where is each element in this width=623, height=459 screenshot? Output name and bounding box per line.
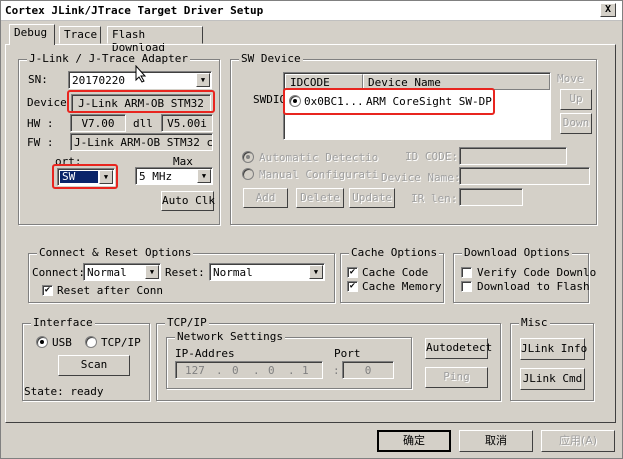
device-name-label: Device Name: <box>381 171 461 184</box>
move-down-button[interactable]: Down <box>560 113 592 134</box>
idcode-field[interactable] <box>459 147 567 165</box>
verify-code-checkbox[interactable] <box>461 267 472 278</box>
connect-reset-group-label: Connect & Reset Options <box>37 246 194 259</box>
cache-group-label: Cache Options <box>349 246 440 259</box>
ip-octet-3: 0 <box>268 364 275 377</box>
interface-group-label: Interface <box>31 316 95 329</box>
sn-value: 20170220 <box>72 74 125 87</box>
tcpip-radio-label: TCP/IP <box>101 336 141 349</box>
jlink-info-button[interactable]: JLink Info <box>520 338 587 360</box>
ip-dot-1: . <box>216 364 223 377</box>
ip-octet-1: 127 <box>185 364 205 377</box>
tcpip-group-label: TCP/IP <box>165 316 209 329</box>
cancel-button[interactable]: 取消 <box>459 430 533 452</box>
dll-field: V5.00i <box>161 114 213 132</box>
ip-address-field[interactable]: 127 . 0 . 0 . 1 <box>175 361 323 379</box>
device-label: Device <box>27 96 67 109</box>
download-flash-checkbox[interactable] <box>461 281 472 292</box>
cache-code-checkbox[interactable]: ✔ <box>347 267 358 278</box>
max-clock-select[interactable]: 5 MHz ▼ <box>135 167 213 185</box>
ping-button[interactable]: Ping <box>425 367 488 388</box>
cache-memory-label: Cache Memory <box>362 280 442 293</box>
fw-field: J-Link ARM-OB STM32 comp <box>70 133 213 151</box>
jlink-cmd-button[interactable]: JLink Cmd <box>520 368 585 390</box>
chevron-down-icon[interactable]: ▼ <box>309 265 323 279</box>
sw-device-group-label: SW Device <box>239 52 303 65</box>
connect-label: Connect: <box>32 266 85 279</box>
mouse-cursor-icon <box>135 65 147 83</box>
download-flash-label: Download to Flash <box>477 280 590 293</box>
port-number-label: Port <box>334 347 361 360</box>
delete-button[interactable]: Delete <box>296 188 344 208</box>
idcode-label: ID CODE: <box>405 150 458 163</box>
tcpip-radio[interactable] <box>85 336 97 348</box>
autodetect-button[interactable]: Autodetect <box>425 338 492 359</box>
ip-octet-4: 1 <box>302 364 309 377</box>
chevron-down-icon[interactable]: ▼ <box>196 73 210 87</box>
port-highlight-box <box>52 164 118 189</box>
cache-memory-checkbox[interactable]: ✔ <box>347 281 358 292</box>
device-name-field[interactable] <box>459 167 590 185</box>
usb-label: USB <box>52 336 72 349</box>
add-button[interactable]: Add <box>243 188 288 208</box>
ip-address-label: IP-Addres <box>175 347 235 360</box>
tab-flash-download[interactable]: Flash Download <box>107 26 203 54</box>
misc-group-label: Misc <box>519 316 550 329</box>
hw-field: V7.00 <box>70 114 126 132</box>
ir-len-label: IR len: <box>411 192 458 205</box>
tab-debug[interactable]: Debug <box>9 24 55 45</box>
move-label: Move <box>557 72 584 85</box>
automatic-detection-radio[interactable] <box>242 151 254 163</box>
cache-code-label: Cache Code <box>362 266 429 279</box>
chevron-down-icon[interactable]: ▼ <box>197 169 211 183</box>
auto-clk-button[interactable]: Auto Clk <box>161 191 215 211</box>
tab-trace[interactable]: Trace <box>59 26 101 44</box>
port-number-field[interactable]: 0 <box>342 361 394 379</box>
dll-label: dll <box>133 117 153 130</box>
ir-len-field[interactable] <box>459 188 523 206</box>
manual-config-radio[interactable] <box>242 168 254 180</box>
hw-label: HW : <box>27 117 54 130</box>
adapter-group-label: J-Link / J-Trace Adapter <box>27 52 190 65</box>
dialog-window: Cortex JLink/JTrace Target Driver Setup … <box>0 0 623 459</box>
close-button[interactable]: X <box>600 3 616 17</box>
move-up-button[interactable]: Up <box>560 89 592 110</box>
reset-after-connect-label: Reset after Conn <box>57 284 163 297</box>
ip-octet-2: 0 <box>232 364 239 377</box>
reset-label: Reset: <box>165 266 205 279</box>
reset-after-connect-checkbox[interactable]: ✔ <box>42 285 53 296</box>
device-highlight-box <box>67 90 215 113</box>
ip-dot-3: . <box>288 364 295 377</box>
download-options-group-label: Download Options <box>462 246 572 259</box>
swdio-label: SWDIO <box>253 93 287 106</box>
ip-port-separator: : <box>333 364 340 377</box>
scan-button[interactable]: Scan <box>58 355 130 376</box>
connect-value: Normal <box>87 266 127 279</box>
window-title: Cortex JLink/JTrace Target Driver Setup <box>5 4 264 17</box>
reset-select[interactable]: Normal ▼ <box>209 263 325 281</box>
reset-value: Normal <box>213 266 253 279</box>
connect-select[interactable]: Normal ▼ <box>83 263 161 281</box>
state-label: State: ready <box>24 385 104 398</box>
manual-config-label: Manual Configurati <box>259 168 379 181</box>
network-settings-label: Network Settings <box>175 330 285 343</box>
chevron-down-icon[interactable]: ▼ <box>145 265 159 279</box>
usb-radio[interactable] <box>36 336 48 348</box>
verify-code-label: Verify Code Downlo <box>477 266 597 279</box>
fw-label: FW : <box>27 136 54 149</box>
max-clock-value: 5 MHz <box>139 170 173 183</box>
device-row-highlight-box <box>283 88 495 115</box>
ok-button[interactable]: 确定 <box>377 430 451 452</box>
automatic-detection-label: Automatic Detectio <box>259 151 379 164</box>
update-button[interactable]: Update <box>349 188 395 208</box>
ip-dot-2: . <box>253 364 260 377</box>
apply-button[interactable]: 应用(A) <box>541 430 615 452</box>
title-bar: Cortex JLink/JTrace Target Driver Setup … <box>1 1 622 21</box>
sn-label: SN: <box>28 73 48 86</box>
